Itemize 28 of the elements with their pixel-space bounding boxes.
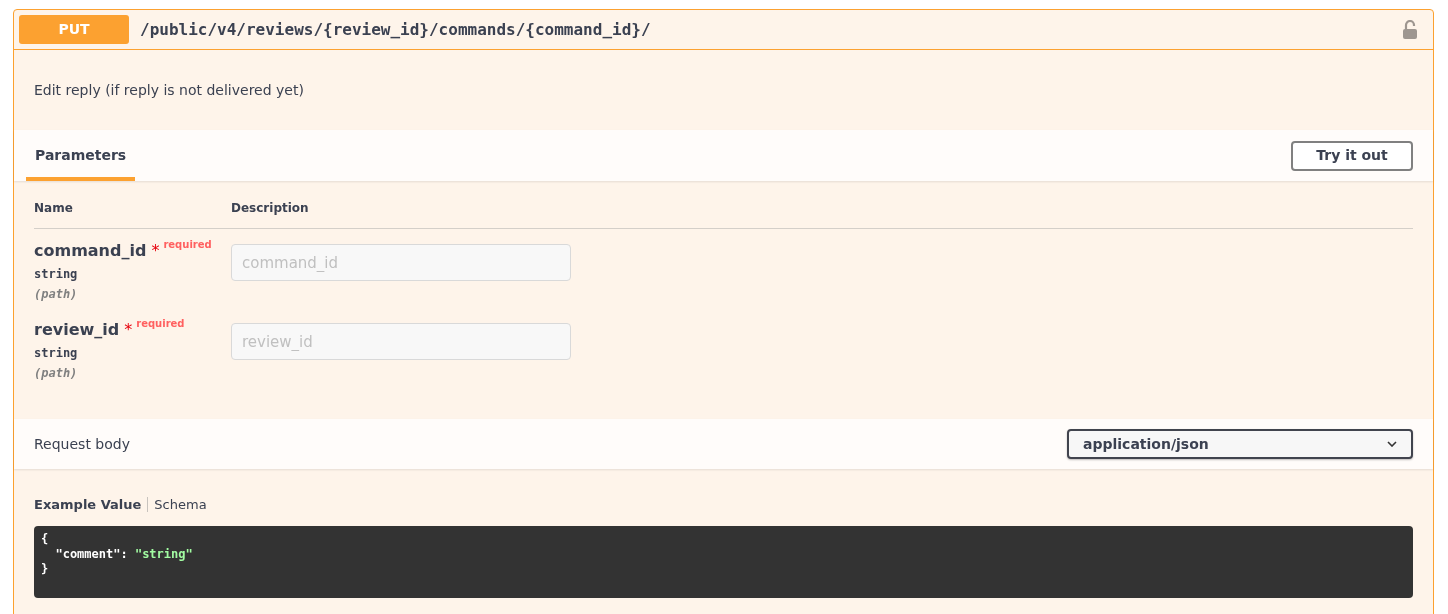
column-header: Name [34, 200, 74, 217]
operation-description: Edit reply (if reply is not delivered yet) [34, 80, 304, 100]
try-it-out-button[interactable]: Try it out [1291, 140, 1413, 171]
parameter-input[interactable]: review_id [231, 323, 571, 360]
required-asterisk: * [151, 240, 160, 262]
required-label: required [163, 238, 212, 252]
chevron-down-icon [1387, 441, 1397, 447]
required-label: required [136, 317, 185, 331]
endpoint-path[interactable]: /public/v4/reviews/{review_id}/commands/{command_id}/ [140, 17, 651, 42]
parameter-type: string [34, 345, 78, 362]
parameter-input[interactable]: command_id [231, 244, 571, 281]
content-type-select[interactable]: application/json [1067, 429, 1413, 459]
example-tab[interactable]: Example Value [34, 495, 142, 515]
parameter-type: string [34, 266, 78, 283]
parameter-name: review_id [34, 319, 120, 341]
parameter-location: (path) [34, 286, 78, 303]
code-line: { [41, 531, 50, 547]
code-line: } [41, 561, 50, 577]
unlocked-padlock-icon[interactable] [1402, 19, 1418, 40]
column-header: Description [231, 200, 309, 217]
parameter-location: (path) [34, 365, 78, 382]
required-asterisk: * [124, 319, 133, 341]
example-tab[interactable]: Schema [154, 495, 207, 515]
method-badge: PUT [19, 15, 129, 44]
request-body-label: Request body [34, 434, 130, 454]
parameters-tab[interactable]: Parameters [26, 130, 136, 181]
code-line: "comment": "string" [54, 546, 194, 562]
parameter-name: command_id [34, 240, 147, 262]
